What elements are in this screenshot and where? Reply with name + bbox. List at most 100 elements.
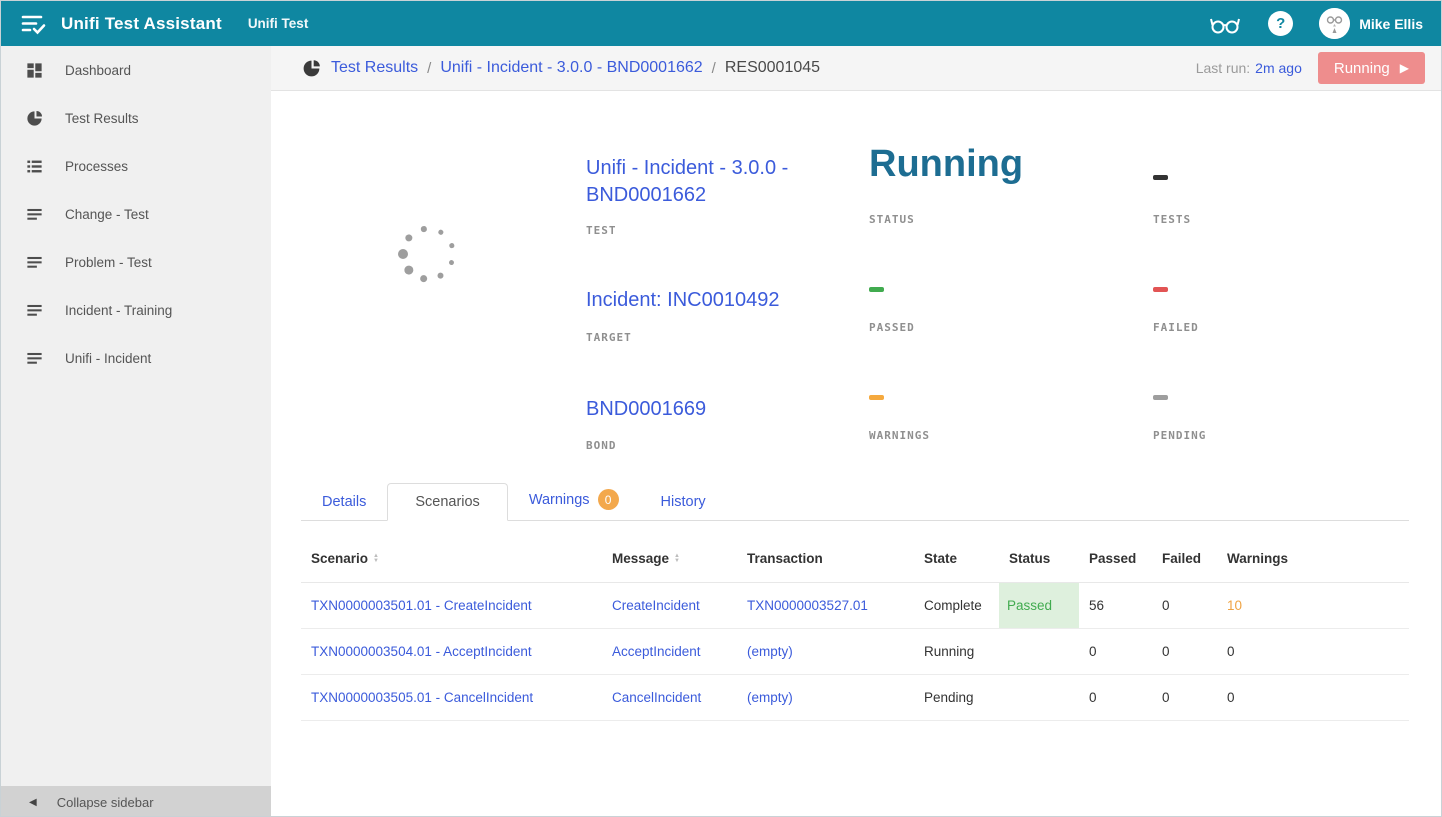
lines-icon [25, 253, 44, 272]
bond-link[interactable]: BND0001669 [586, 396, 821, 423]
tab-history[interactable]: History [640, 484, 727, 520]
column-header-state[interactable]: State [914, 533, 999, 583]
lines-icon [25, 349, 44, 368]
test-label: TEST [586, 224, 617, 237]
app-subtitle: Unifi Test [248, 16, 309, 31]
status-badge [999, 629, 1079, 674]
breadcrumb-separator: / [427, 60, 431, 77]
status-cell [999, 675, 1079, 721]
avatar[interactable] [1319, 8, 1350, 39]
breadcrumb-bar: Test Results / Unifi - Incident - 3.0.0 … [271, 46, 1441, 91]
transaction-link[interactable]: (empty) [737, 629, 914, 675]
tab-bar: Details Scenarios Warnings 0 History [301, 481, 1409, 521]
tests-dash-icon [1153, 175, 1168, 180]
column-header-scenario[interactable]: Scenario▲▼ [301, 533, 602, 583]
sidebar-item-label: Problem - Test [65, 255, 152, 270]
passed-cell: 56 [1079, 583, 1152, 629]
pie-chart-icon [25, 109, 44, 128]
passed-cell: 0 [1079, 675, 1152, 721]
scenario-link[interactable]: TXN0000003501.01 - CreateIncident [301, 583, 602, 629]
sidebar-item-unifi-incident[interactable]: Unifi - Incident [1, 334, 271, 382]
collapse-sidebar-button[interactable]: ◀ Collapse sidebar [1, 786, 271, 817]
table-row: TXN0000003504.01 - AcceptIncident Accept… [301, 629, 1409, 675]
pending-label: PENDING [1153, 429, 1206, 442]
column-header-transaction[interactable]: Transaction [737, 533, 914, 583]
state-cell: Pending [914, 675, 999, 721]
sort-icon[interactable]: ▲▼ [373, 554, 379, 564]
column-header-passed[interactable]: Passed [1079, 533, 1152, 583]
lines-icon [25, 301, 44, 320]
tab-label: Warnings [529, 492, 590, 508]
pie-chart-icon [301, 58, 322, 79]
run-button-label: Running [1334, 60, 1390, 77]
warnings-cell: 0 [1217, 629, 1409, 675]
warnings-dash-icon [869, 395, 884, 400]
dashboard-icon [25, 61, 44, 80]
sidebar: Dashboard Test Results Processes Change … [1, 46, 271, 817]
sidebar-item-change-test[interactable]: Change - Test [1, 190, 271, 238]
sidebar-item-label: Processes [65, 159, 128, 174]
column-header-failed[interactable]: Failed [1152, 533, 1217, 583]
last-run-value[interactable]: 2m ago [1255, 60, 1302, 76]
failed-cell: 0 [1152, 583, 1217, 629]
help-icon[interactable]: ? [1268, 11, 1293, 36]
tab-details[interactable]: Details [301, 484, 387, 520]
table-header-row: Scenario▲▼ Message▲▼ Transaction State S… [301, 533, 1409, 583]
play-icon: ▶ [1400, 61, 1409, 75]
message-link[interactable]: CancelIncident [602, 675, 737, 721]
passed-cell: 0 [1079, 629, 1152, 675]
warnings-cell: 10 [1217, 583, 1409, 629]
scenario-link[interactable]: TXN0000003505.01 - CancelIncident [301, 675, 602, 721]
status-value: Running [869, 143, 1023, 186]
column-header-warnings[interactable]: Warnings [1217, 533, 1409, 583]
status-label: STATUS [869, 213, 915, 226]
transaction-link[interactable]: (empty) [737, 675, 914, 721]
menu-check-icon[interactable] [21, 13, 47, 35]
tests-label: TESTS [1153, 213, 1191, 226]
warnings-cell: 0 [1217, 675, 1409, 721]
sidebar-item-label: Test Results [65, 111, 139, 126]
column-header-status[interactable]: Status [999, 533, 1079, 583]
run-button[interactable]: Running ▶ [1318, 52, 1425, 84]
sidebar-item-incident-training[interactable]: Incident - Training [1, 286, 271, 334]
message-link[interactable]: CreateIncident [602, 583, 737, 629]
passed-label: PASSED [869, 321, 915, 334]
app-title: Unifi Test Assistant [61, 14, 222, 34]
failed-cell: 0 [1152, 629, 1217, 675]
tab-label: Scenarios [415, 494, 479, 510]
sort-icon[interactable]: ▲▼ [674, 554, 680, 564]
top-bar: Unifi Test Assistant Unifi Test ? Mi [1, 1, 1441, 46]
user-name[interactable]: Mike Ellis [1359, 16, 1423, 32]
loading-spinner-icon [398, 224, 458, 284]
bond-label: BOND [586, 439, 617, 452]
sidebar-item-label: Incident - Training [65, 303, 172, 318]
failed-dash-icon [1153, 287, 1168, 292]
state-cell: Complete [914, 583, 999, 629]
warnings-count-badge: 0 [598, 489, 619, 510]
test-summary: Unifi - Incident - 3.0.0 - BND0001662 TE… [271, 91, 1441, 481]
tab-scenarios[interactable]: Scenarios [387, 483, 507, 521]
sidebar-item-dashboard[interactable]: Dashboard [1, 46, 271, 94]
sidebar-item-test-results[interactable]: Test Results [1, 94, 271, 142]
glasses-icon[interactable] [1208, 12, 1242, 36]
status-badge [999, 675, 1079, 720]
state-cell: Running [914, 629, 999, 675]
status-cell [999, 629, 1079, 675]
app-window: Unifi Test Assistant Unifi Test ? Mi [0, 0, 1442, 817]
pending-dash-icon [1153, 395, 1168, 400]
scenario-link[interactable]: TXN0000003504.01 - AcceptIncident [301, 629, 602, 675]
tab-warnings[interactable]: Warnings 0 [508, 479, 640, 520]
target-link[interactable]: Incident: INC0010492 [586, 287, 821, 314]
main-content: Test Results / Unifi - Incident - 3.0.0 … [271, 46, 1441, 817]
transaction-link[interactable]: TXN0000003527.01 [737, 583, 914, 629]
sidebar-item-label: Change - Test [65, 207, 149, 222]
message-link[interactable]: AcceptIncident [602, 629, 737, 675]
breadcrumb-link-test-results[interactable]: Test Results [331, 59, 418, 77]
sidebar-item-processes[interactable]: Processes [1, 142, 271, 190]
breadcrumb-separator: / [712, 60, 716, 77]
sidebar-item-problem-test[interactable]: Problem - Test [1, 238, 271, 286]
breadcrumb-current: RES0001045 [725, 59, 820, 77]
breadcrumb-link-test[interactable]: Unifi - Incident - 3.0.0 - BND0001662 [440, 59, 702, 77]
column-header-message[interactable]: Message▲▼ [602, 533, 737, 583]
test-link[interactable]: Unifi - Incident - 3.0.0 - BND0001662 [586, 155, 821, 209]
